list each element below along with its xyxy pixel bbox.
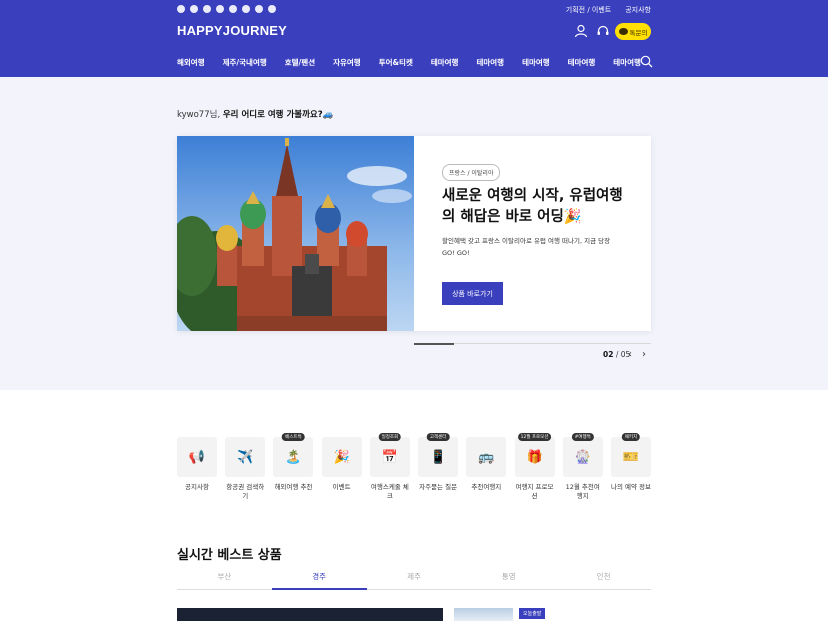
logo[interactable]: HAPPYJOURNEY bbox=[177, 23, 287, 38]
slide-progress bbox=[414, 342, 651, 345]
quick-menu-item-faq[interactable]: 📱 고객센터자주묻는 질문 bbox=[418, 433, 459, 501]
nav-item[interactable]: 테마여행 bbox=[431, 57, 459, 68]
product-image[interactable] bbox=[454, 608, 513, 621]
page-current: 02 bbox=[603, 350, 614, 359]
tiktok-icon[interactable] bbox=[255, 5, 263, 13]
greeting-user: kywo77님, bbox=[177, 110, 221, 120]
notice-icon: 📢 bbox=[177, 437, 217, 477]
event-link[interactable]: 기획전 / 이벤트 bbox=[566, 5, 611, 15]
next-arrow-icon[interactable]: › bbox=[642, 350, 646, 360]
quick-menu-item-promotion[interactable]: 🎁 12월 프로모션여행지 프로모션 bbox=[514, 433, 555, 501]
nav-item[interactable]: 자유여행 bbox=[333, 57, 361, 68]
quick-menu-item-recommended-destinations[interactable]: 🚌 추천여행지 bbox=[466, 437, 507, 501]
nav-item[interactable]: 테마여행 bbox=[613, 57, 641, 68]
event-icon: 🎉 bbox=[321, 437, 362, 477]
quick-menu-badge: 베스트특 bbox=[282, 433, 305, 441]
youtube-icon[interactable] bbox=[203, 5, 211, 13]
slide-progress-fill bbox=[414, 342, 454, 345]
quick-menu-item-event[interactable]: 🎉 이벤트 bbox=[321, 437, 362, 501]
hero-banner[interactable]: 프랑스 / 이탈리아 새로운 여행의 시작, 유럽여행의 해답은 바로 어딩🎉 … bbox=[177, 136, 651, 331]
nav-item[interactable]: 해외여행 bbox=[177, 57, 205, 68]
nav-item[interactable]: 테마여행 bbox=[476, 57, 504, 68]
top-links: 기획전 / 이벤트 공지사항 bbox=[566, 5, 651, 15]
chat-bubble-icon bbox=[618, 28, 628, 35]
quick-menu-label: 추천여행지 bbox=[471, 483, 502, 491]
recommended-destinations-icon: 🚌 bbox=[466, 437, 507, 477]
quick-menu-label: 항공권 검색하기 bbox=[226, 483, 265, 500]
promotion-icon: 🎁 bbox=[514, 437, 555, 477]
best-products-title: 실시간 베스트 상품 bbox=[177, 548, 282, 563]
quick-menu: 📢 공지사항 ✈️ 항공권 검색하기 🏝️ 베스트특 해외여행 추천 🎉 이벤트 📅 일정조회 여행스… bbox=[177, 433, 651, 501]
quick-menu-badge: 일정조회 bbox=[378, 433, 402, 441]
quick-menu-badge: 12월 프로모션 bbox=[517, 433, 552, 441]
user-icon[interactable] bbox=[574, 24, 588, 38]
tab-region[interactable]: 인천 bbox=[556, 571, 651, 589]
main-nav: 해외여행 제주/국내여행 호텔/펜션 자유여행 투어&티켓 테마여행 테마여행 … bbox=[177, 57, 659, 68]
search-icon[interactable] bbox=[640, 55, 653, 68]
quick-menu-item-schedule-check[interactable]: 📅 일정조회여행스케줄 체크 bbox=[369, 433, 410, 501]
naver-tv-icon[interactable] bbox=[229, 5, 237, 13]
quick-menu-item-notice[interactable]: 📢 공지사항 bbox=[177, 437, 217, 501]
quick-menu-item-overseas-recommend[interactable]: 🏝️ 베스트특해외여행 추천 bbox=[273, 433, 314, 501]
quick-menu-item-flight-search[interactable]: ✈️ 항공권 검색하기 bbox=[225, 437, 266, 501]
quick-menu-label: 해외여행 추천 bbox=[274, 483, 313, 491]
quick-menu-badge: 고객센터 bbox=[426, 433, 450, 441]
overseas-recommend-icon: 🏝️ bbox=[273, 437, 314, 477]
flight-search-icon: ✈️ bbox=[225, 437, 266, 477]
tab-region[interactable]: 부산 bbox=[177, 571, 272, 589]
banner-title: 새로운 여행의 시작, 유럽여행의 해답은 바로 어딩🎉 bbox=[442, 188, 623, 225]
header: 기획전 / 이벤트 공지사항 HAPPYJOURNEY 톡문의 해외여행 제주/… bbox=[0, 0, 828, 77]
product-image[interactable] bbox=[177, 608, 443, 621]
tab-region[interactable]: 통영 bbox=[461, 571, 556, 589]
quick-menu-label: 12월 추천여행지 bbox=[565, 483, 600, 500]
band-icon[interactable] bbox=[268, 5, 276, 13]
quick-menu-label: 여행스케줄 체크 bbox=[370, 483, 409, 500]
schedule-check-icon: 📅 bbox=[369, 437, 410, 477]
nav-item[interactable]: 투어&티켓 bbox=[379, 57, 413, 68]
quick-menu-label: 이벤트 bbox=[332, 483, 351, 491]
facebook-icon[interactable] bbox=[190, 5, 198, 13]
kakao-story-icon[interactable] bbox=[216, 5, 224, 13]
prev-arrow-icon[interactable]: ‹ bbox=[628, 350, 632, 360]
cathedral-illustration bbox=[177, 138, 412, 331]
nav-item[interactable]: 호텔/펜션 bbox=[285, 57, 315, 68]
nav-item[interactable]: 테마여행 bbox=[522, 57, 550, 68]
quick-menu-label: 여행지 프로모션 bbox=[515, 483, 554, 500]
today-departure-badge: 오늘출발 bbox=[519, 608, 546, 619]
quick-menu-item-my-reservation[interactable]: 🎫 패키지나의 예약 정보 bbox=[610, 433, 651, 501]
greeting: kywo77님, 우리 어디로 여행 가볼까요?🚙 bbox=[177, 108, 333, 120]
talk-label: 톡문의 bbox=[629, 28, 648, 37]
quick-menu-badge: #여행특 bbox=[571, 433, 594, 441]
talk-button[interactable]: 톡문의 bbox=[615, 23, 651, 40]
my-reservation-icon: 🎫 bbox=[610, 437, 651, 477]
quick-menu-item-december-destinations[interactable]: 🎡 #여행특 12월 추천여행지 bbox=[562, 433, 603, 501]
nav-item[interactable]: 제주/국내여행 bbox=[223, 57, 267, 68]
slide-pager: 02 / 05 bbox=[603, 350, 630, 359]
instagram-icon[interactable] bbox=[177, 5, 185, 13]
region-tabs: 부산 경주 제주 통영 인천 bbox=[177, 571, 651, 590]
blog-icon[interactable] bbox=[242, 5, 250, 13]
quick-menu-badge: 패키지 bbox=[621, 433, 641, 441]
december-destinations-icon: 🎡 bbox=[562, 437, 603, 477]
notice-link[interactable]: 공지사항 bbox=[625, 5, 651, 15]
tab-region[interactable]: 제주 bbox=[367, 571, 462, 589]
quick-menu-label: 공지사항 bbox=[185, 483, 209, 491]
greeting-text: 우리 어디로 여행 가볼까요?🚙 bbox=[222, 110, 334, 120]
nav-item[interactable]: 테마여행 bbox=[568, 57, 596, 68]
headset-icon[interactable] bbox=[596, 24, 610, 38]
quick-menu-label: 자주묻는 질문 bbox=[419, 483, 458, 491]
faq-icon: 📱 bbox=[418, 437, 459, 477]
banner-photo bbox=[177, 136, 414, 331]
banner-description: 할인혜택 갖고 프랑스 이탈리아로 유럽 여행 떠나기, 지금 당장 GO! G… bbox=[442, 237, 611, 257]
region-tag: 프랑스 / 이탈리아 bbox=[442, 164, 501, 181]
social-links bbox=[177, 5, 276, 13]
go-to-product-button[interactable]: 상품 바로가기 bbox=[442, 282, 503, 305]
quick-menu-label: 나의 예약 정보 bbox=[610, 483, 651, 491]
tab-region[interactable]: 경주 bbox=[271, 571, 367, 590]
